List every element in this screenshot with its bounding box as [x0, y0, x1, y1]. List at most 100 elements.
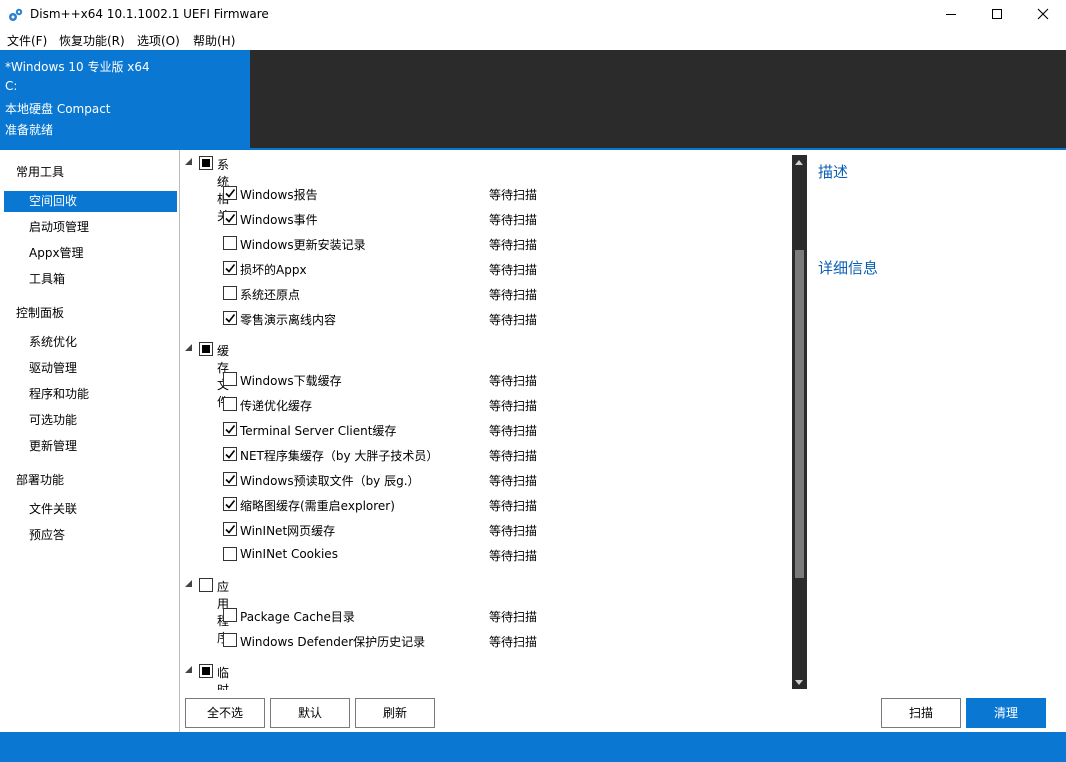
group-checkbox[interactable] [199, 342, 213, 356]
group-checkbox[interactable] [199, 156, 213, 170]
menu-help[interactable]: 帮助(H) [193, 32, 235, 49]
sidebar-item-answer-file[interactable]: 预应答 [4, 525, 177, 546]
info-panel: 描述 详细信息 [808, 150, 1066, 690]
item-status: 等待扫描 [489, 238, 538, 252]
session-info[interactable]: *Windows 10 专业版 x64 C: 本地硬盘 Compact 准备就绪 [0, 50, 250, 148]
item-label: 缩略图缓存(需重启explorer) [240, 499, 395, 513]
item-status: 等待扫描 [489, 549, 538, 563]
item-checkbox[interactable] [223, 522, 237, 536]
sidebar-item-toolbox[interactable]: 工具箱 [4, 269, 177, 290]
expand-arrow-icon[interactable] [185, 666, 192, 673]
item-checkbox[interactable] [223, 286, 237, 300]
list-item[interactable]: Windows下载缓存 等待扫描 [181, 368, 791, 390]
item-status: 等待扫描 [489, 213, 538, 227]
maximize-button[interactable] [974, 0, 1020, 29]
close-icon [1037, 8, 1049, 20]
item-checkbox[interactable] [223, 447, 237, 461]
item-checkbox[interactable] [223, 422, 237, 436]
list-item[interactable]: 损坏的Appx 等待扫描 [181, 257, 791, 279]
item-checkbox[interactable] [223, 261, 237, 275]
default-button[interactable]: 默认 [270, 698, 350, 728]
item-status: 等待扫描 [489, 610, 538, 624]
sidebar-item-optional-features[interactable]: 可选功能 [4, 410, 177, 431]
list-item[interactable]: Windows Defender保护历史记录 等待扫描 [181, 629, 791, 651]
list-item[interactable]: Windows预读取文件（by 辰g.） 等待扫描 [181, 468, 791, 490]
sidebar-item-system-optimize[interactable]: 系统优化 [4, 332, 177, 353]
item-label: Windows下载缓存 [240, 374, 342, 388]
item-checkbox[interactable] [223, 372, 237, 386]
list-item[interactable]: Windows更新安装记录 等待扫描 [181, 232, 791, 254]
item-checkbox[interactable] [223, 633, 237, 647]
group-label: 临时文件 [217, 666, 230, 690]
item-status: 等待扫描 [489, 499, 538, 513]
scroll-thumb[interactable] [795, 250, 804, 578]
list-item[interactable]: WinINet网页缓存 等待扫描 [181, 518, 791, 540]
sidebar-group-deployment: 部署功能 [16, 473, 65, 487]
list-item[interactable]: NET程序集缓存（by 大胖子技术员） 等待扫描 [181, 443, 791, 465]
item-label: 损坏的Appx [240, 263, 307, 277]
list-item[interactable]: 系统还原点 等待扫描 [181, 282, 791, 304]
menu-file[interactable]: 文件(F) [7, 32, 47, 49]
sidebar-item-startup[interactable]: 启动项管理 [4, 217, 177, 238]
list-item[interactable]: 缩略图缓存(需重启explorer) 等待扫描 [181, 493, 791, 515]
list-item[interactable]: 传递优化缓存 等待扫描 [181, 393, 791, 415]
sidebar-item-file-association[interactable]: 文件关联 [4, 499, 177, 520]
item-status: 等待扫描 [489, 288, 538, 302]
item-status: 等待扫描 [489, 263, 538, 277]
close-button[interactable] [1020, 0, 1066, 29]
scroll-up-icon[interactable] [795, 160, 803, 165]
item-checkbox[interactable] [223, 497, 237, 511]
sidebar-item-programs[interactable]: 程序和功能 [4, 384, 177, 405]
item-label: Windows报告 [240, 188, 318, 202]
status-bar [0, 732, 1066, 762]
group-checkbox[interactable] [199, 578, 213, 592]
item-label: Windows Defender保护历史记录 [240, 635, 426, 649]
menu-bar: 文件(F) 恢复功能(R) 选项(O) 帮助(H) [0, 29, 1066, 50]
cleanup-list: 系统相关Windows报告等待扫描Windows事件等待扫描Windows更新安… [181, 150, 791, 690]
scan-button[interactable]: 扫描 [881, 698, 961, 728]
item-label: Terminal Server Client缓存 [240, 424, 397, 438]
minimize-button[interactable] [928, 0, 974, 29]
sidebar-item-appx[interactable]: Appx管理 [4, 243, 177, 264]
item-label: Windows事件 [240, 213, 318, 227]
list-item[interactable]: WinINet Cookies 等待扫描 [181, 543, 791, 565]
expand-arrow-icon[interactable] [185, 580, 192, 587]
item-checkbox[interactable] [223, 547, 237, 561]
deselect-all-button[interactable]: 全不选 [185, 698, 265, 728]
item-checkbox[interactable] [223, 472, 237, 486]
list-item[interactable]: 零售演示离线内容 等待扫描 [181, 307, 791, 329]
sidebar-item-space-cleanup[interactable]: 空间回收 [4, 191, 177, 212]
item-checkbox[interactable] [223, 311, 237, 325]
refresh-button[interactable]: 刷新 [355, 698, 435, 728]
item-checkbox[interactable] [223, 397, 237, 411]
item-label: 零售演示离线内容 [240, 313, 337, 327]
item-status: 等待扫描 [489, 524, 538, 538]
menu-options[interactable]: 选项(O) [137, 32, 180, 49]
item-status: 等待扫描 [489, 635, 538, 649]
scroll-down-icon[interactable] [795, 680, 803, 685]
sidebar-item-updates[interactable]: 更新管理 [4, 436, 177, 457]
minimize-icon [946, 13, 956, 15]
item-checkbox[interactable] [223, 211, 237, 225]
list-item[interactable]: Package Cache目录 等待扫描 [181, 604, 791, 626]
list-item[interactable]: Terminal Server Client缓存 等待扫描 [181, 418, 791, 440]
item-status: 等待扫描 [489, 474, 538, 488]
expand-arrow-icon[interactable] [185, 344, 192, 351]
item-checkbox[interactable] [223, 186, 237, 200]
clean-button[interactable]: 清理 [966, 698, 1046, 728]
list-scrollbar[interactable] [792, 155, 807, 689]
item-label: NET程序集缓存（by 大胖子技术员） [240, 449, 439, 463]
item-checkbox[interactable] [223, 236, 237, 250]
menu-restore[interactable]: 恢复功能(R) [59, 32, 125, 49]
item-checkbox[interactable] [223, 608, 237, 622]
sidebar-item-drivers[interactable]: 驱动管理 [4, 358, 177, 379]
item-label: 传递优化缓存 [240, 399, 313, 413]
list-item[interactable]: Windows报告 等待扫描 [181, 182, 791, 204]
item-label: Windows更新安装记录 [240, 238, 366, 252]
item-status: 等待扫描 [489, 399, 538, 413]
expand-arrow-icon[interactable] [185, 158, 192, 165]
os-name: *Windows 10 专业版 x64 [5, 60, 150, 74]
list-item[interactable]: Windows事件 等待扫描 [181, 207, 791, 229]
group-checkbox[interactable] [199, 664, 213, 678]
item-label: WinINet Cookies [240, 547, 338, 561]
